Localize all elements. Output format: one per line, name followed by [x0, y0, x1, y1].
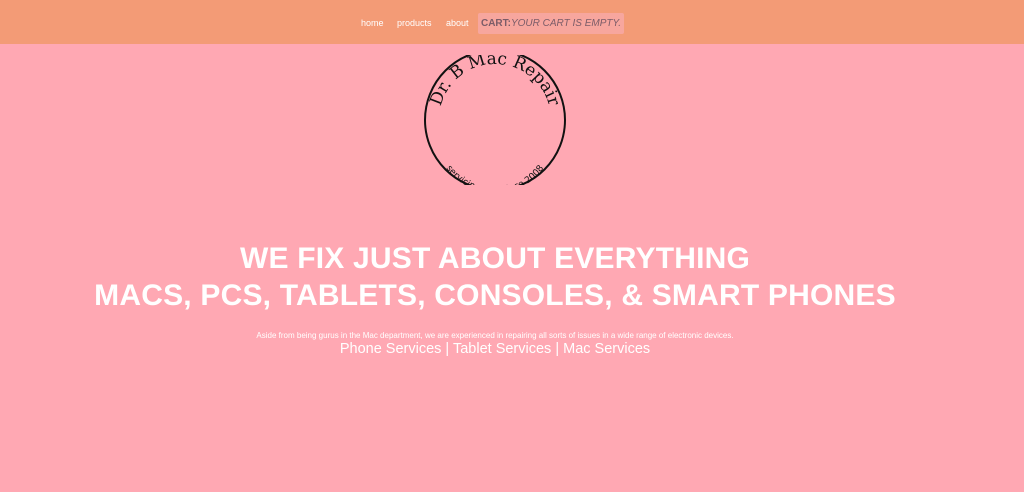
services-links: Phone Services | Tablet Services | Mac S…	[0, 341, 990, 357]
hero-headline-line1: WE FIX JUST ABOUT EVERYTHING	[239, 242, 751, 275]
logo[interactable]: Dr. B Mac Repair servicing NYC since 200…	[423, 55, 567, 185]
logo-subtitle: servicing NYC since 2008	[444, 163, 547, 185]
top-navigation-bar: home products about CART:YOUR CART IS EM…	[0, 0, 1024, 44]
cart-button[interactable]: CART:YOUR CART IS EMPTY.	[478, 13, 624, 34]
hero-headline-line2: MACS, PCS, TABLETS, CONSOLES, & SMART PH…	[94, 279, 896, 312]
cart-status: YOUR CART IS EMPTY.	[510, 18, 622, 29]
nav-about-link[interactable]: about	[446, 18, 469, 28]
services-separator: |	[551, 341, 564, 357]
mac-services-link[interactable]: Mac Services	[563, 341, 650, 357]
tablet-services-link[interactable]: Tablet Services	[453, 341, 551, 357]
hero-description: Aside from being gurus in the Mac depart…	[256, 331, 734, 340]
nav-products-link[interactable]: products	[397, 18, 432, 28]
phone-services-link[interactable]: Phone Services	[340, 341, 442, 357]
cart-label: CART:	[480, 18, 511, 29]
nav-home-link[interactable]: home	[361, 18, 384, 28]
logo-title: Dr. B Mac Repair	[426, 55, 564, 109]
services-separator: |	[441, 341, 453, 357]
